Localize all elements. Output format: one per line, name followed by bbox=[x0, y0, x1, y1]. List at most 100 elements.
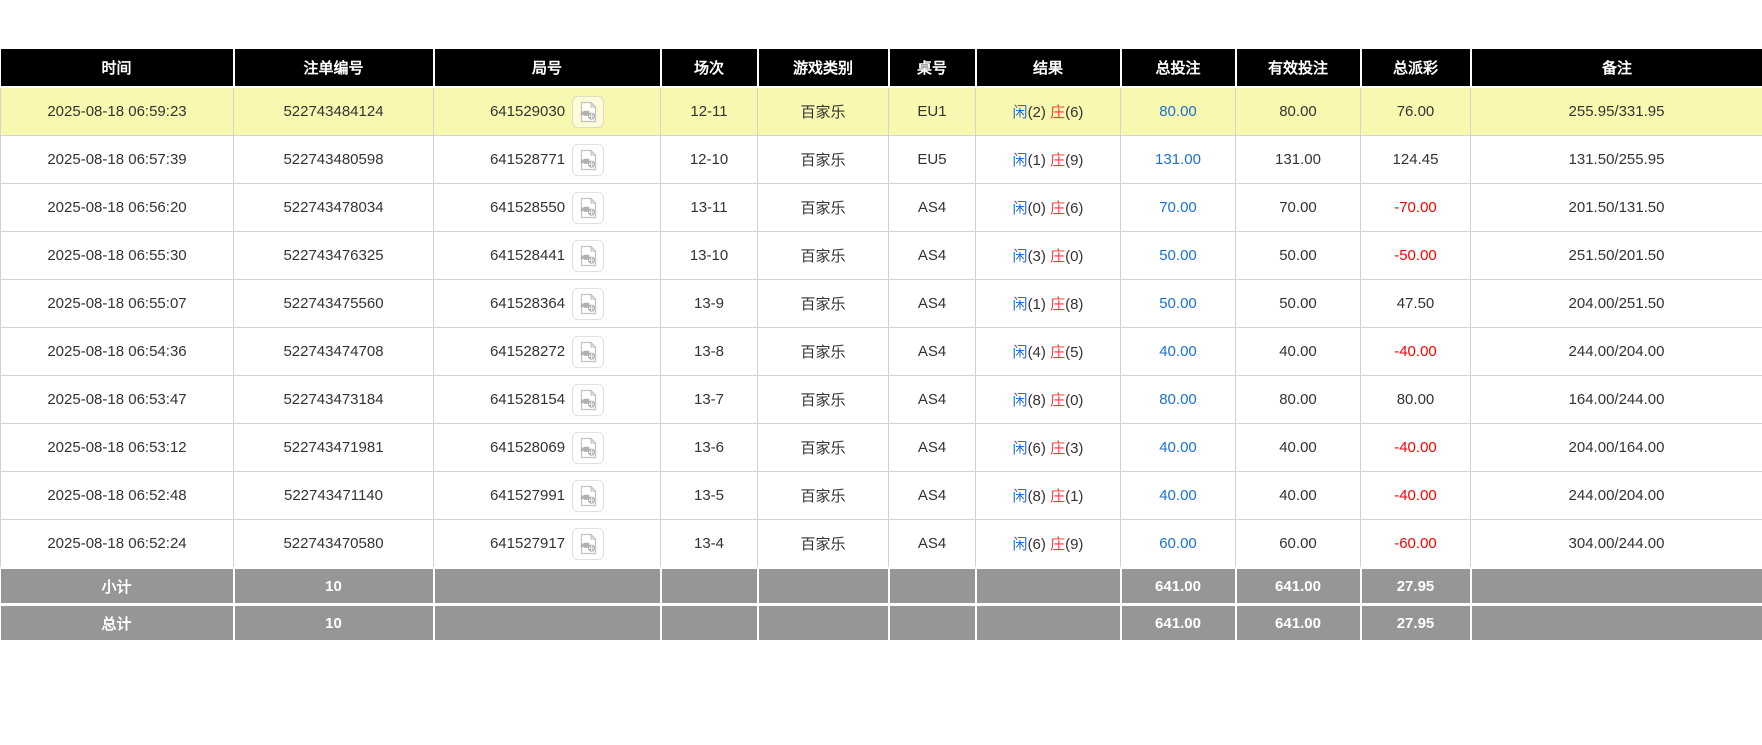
video-replay-button[interactable] bbox=[572, 336, 604, 368]
cell-time: 2025-08-18 06:52:24 bbox=[1, 520, 234, 569]
cell-valid_bet: 50.00 bbox=[1236, 280, 1361, 328]
cell-session: 13-11 bbox=[661, 184, 758, 232]
result-player-score: (1) bbox=[1028, 296, 1046, 313]
round-number-with-video: 641528069 bbox=[438, 432, 656, 464]
video-camera-icon bbox=[576, 292, 600, 316]
cell-remark: 204.00/164.00 bbox=[1471, 424, 1762, 472]
video-replay-button[interactable] bbox=[572, 240, 604, 272]
footer-cell-game_type bbox=[758, 605, 889, 642]
cell-table_no: EU5 bbox=[889, 136, 976, 184]
cell-valid_bet: 40.00 bbox=[1236, 472, 1361, 520]
result-player-label: 闲 bbox=[1013, 344, 1028, 361]
video-replay-button[interactable] bbox=[572, 480, 604, 512]
result-banker-score: (9) bbox=[1065, 536, 1083, 553]
footer-cell-bet_no: 10 bbox=[234, 605, 434, 642]
video-replay-button[interactable] bbox=[572, 288, 604, 320]
video-camera-icon bbox=[576, 148, 600, 172]
cell-remark: 204.00/251.50 bbox=[1471, 280, 1762, 328]
result-banker-label: 庄 bbox=[1050, 104, 1065, 121]
cell-round_no: 641527991 bbox=[434, 472, 661, 520]
result-banker-label: 庄 bbox=[1050, 440, 1065, 457]
cell-round_no: 641528154 bbox=[434, 376, 661, 424]
cell-game_type: 百家乐 bbox=[758, 280, 889, 328]
cell-valid_bet: 80.00 bbox=[1236, 87, 1361, 136]
footer-cell-total_bet: 641.00 bbox=[1121, 605, 1236, 642]
column-header-round_no: 局号 bbox=[434, 48, 661, 87]
result-player-label: 闲 bbox=[1013, 152, 1028, 169]
video-camera-icon bbox=[576, 100, 600, 124]
cell-table_no: EU1 bbox=[889, 87, 976, 136]
column-header-payout: 总派彩 bbox=[1361, 48, 1471, 87]
result-player-label: 闲 bbox=[1013, 104, 1028, 121]
video-replay-button[interactable] bbox=[572, 192, 604, 224]
round-number-with-video: 641527991 bbox=[438, 480, 656, 512]
footer-cell-remark bbox=[1471, 605, 1762, 642]
cell-bet_no: 522743471140 bbox=[234, 472, 434, 520]
cell-total_bet: 40.00 bbox=[1121, 328, 1236, 376]
cell-bet_no: 522743470580 bbox=[234, 520, 434, 569]
cell-game_type: 百家乐 bbox=[758, 472, 889, 520]
footer-cell-table_no bbox=[889, 605, 976, 642]
video-camera-icon bbox=[576, 436, 600, 460]
result-banker-score: (1) bbox=[1065, 488, 1083, 505]
result-banker-label: 庄 bbox=[1050, 392, 1065, 409]
cell-valid_bet: 70.00 bbox=[1236, 184, 1361, 232]
round-number-with-video: 641529030 bbox=[438, 96, 656, 128]
cell-payout: 124.45 bbox=[1361, 136, 1471, 184]
cell-session: 13-9 bbox=[661, 280, 758, 328]
result-banker-label: 庄 bbox=[1050, 248, 1065, 265]
result-player-score: (1) bbox=[1028, 152, 1046, 169]
cell-session: 13-5 bbox=[661, 472, 758, 520]
cell-remark: 255.95/331.95 bbox=[1471, 87, 1762, 136]
cell-bet_no: 522743480598 bbox=[234, 136, 434, 184]
cell-payout: 76.00 bbox=[1361, 87, 1471, 136]
cell-round_no: 641528550 bbox=[434, 184, 661, 232]
video-camera-icon bbox=[576, 340, 600, 364]
round-number: 641529030 bbox=[490, 103, 565, 120]
cell-remark: 164.00/244.00 bbox=[1471, 376, 1762, 424]
video-replay-button[interactable] bbox=[572, 96, 604, 128]
round-number: 641528771 bbox=[490, 151, 565, 168]
cell-game_type: 百家乐 bbox=[758, 184, 889, 232]
cell-remark: 244.00/204.00 bbox=[1471, 472, 1762, 520]
round-number: 641528550 bbox=[490, 199, 565, 216]
video-replay-button[interactable] bbox=[572, 432, 604, 464]
cell-valid_bet: 40.00 bbox=[1236, 328, 1361, 376]
result-banker-score: (5) bbox=[1065, 344, 1083, 361]
cell-payout: -40.00 bbox=[1361, 472, 1471, 520]
round-number-with-video: 641527917 bbox=[438, 528, 656, 560]
cell-session: 13-10 bbox=[661, 232, 758, 280]
video-replay-button[interactable] bbox=[572, 384, 604, 416]
cell-table_no: AS4 bbox=[889, 232, 976, 280]
cell-round_no: 641528069 bbox=[434, 424, 661, 472]
video-camera-icon bbox=[576, 244, 600, 268]
result-banker-score: (9) bbox=[1065, 152, 1083, 169]
video-replay-button[interactable] bbox=[572, 144, 604, 176]
cell-valid_bet: 131.00 bbox=[1236, 136, 1361, 184]
cell-session: 13-7 bbox=[661, 376, 758, 424]
cell-total_bet: 50.00 bbox=[1121, 232, 1236, 280]
video-replay-button[interactable] bbox=[572, 528, 604, 560]
footer-cell-remark bbox=[1471, 568, 1762, 605]
cell-game_type: 百家乐 bbox=[758, 520, 889, 569]
result-player-score: (0) bbox=[1028, 200, 1046, 217]
footer-cell-valid_bet: 641.00 bbox=[1236, 605, 1361, 642]
cell-round_no: 641528272 bbox=[434, 328, 661, 376]
column-header-table_no: 桌号 bbox=[889, 48, 976, 87]
round-number: 641527917 bbox=[490, 535, 565, 552]
table-row: 2025-08-18 06:53:47522743473184641528154… bbox=[1, 376, 1762, 424]
cell-table_no: AS4 bbox=[889, 376, 976, 424]
result-player-score: (8) bbox=[1028, 392, 1046, 409]
round-number: 641528069 bbox=[490, 439, 565, 456]
cell-time: 2025-08-18 06:56:20 bbox=[1, 184, 234, 232]
result-player-label: 闲 bbox=[1013, 392, 1028, 409]
cell-table_no: AS4 bbox=[889, 328, 976, 376]
round-number-with-video: 641528550 bbox=[438, 192, 656, 224]
table-row: 2025-08-18 06:53:12522743471981641528069… bbox=[1, 424, 1762, 472]
column-header-session: 场次 bbox=[661, 48, 758, 87]
result-player-label: 闲 bbox=[1013, 200, 1028, 217]
cell-total_bet: 40.00 bbox=[1121, 472, 1236, 520]
video-camera-icon bbox=[576, 532, 600, 556]
round-number: 641528154 bbox=[490, 391, 565, 408]
result-banker-score: (6) bbox=[1065, 200, 1083, 217]
